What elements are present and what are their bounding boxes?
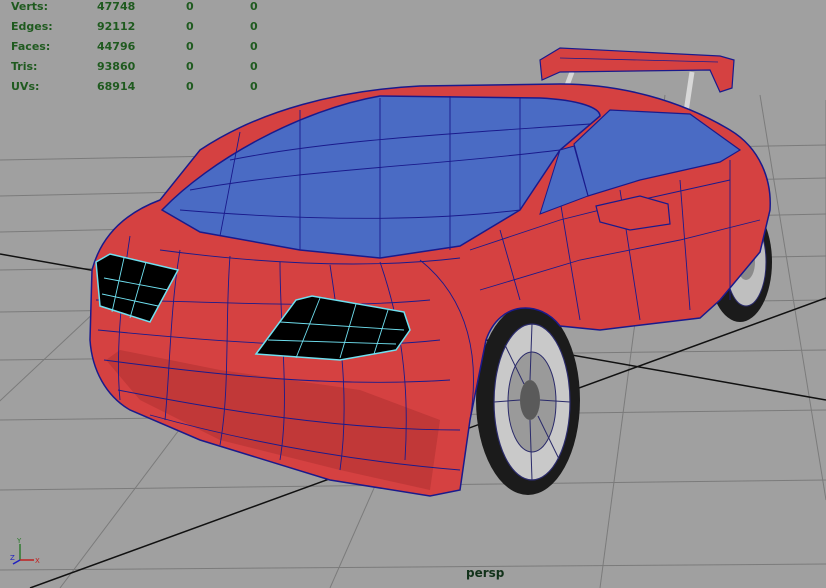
perspective-viewport[interactable]: Verts: 47748 0 0 Edges: 92112 0 0 Faces:… (0, 0, 826, 588)
hud-value-other: 0 (250, 40, 258, 53)
hud-label: Faces: (11, 40, 51, 53)
hud-value-total: 44796 (97, 40, 136, 53)
car-model (89, 47, 772, 497)
hud-value-selected: 0 (186, 20, 194, 33)
hud-value-total: 92112 (97, 20, 136, 33)
axis-label-z: Z (10, 554, 15, 562)
hud-value-selected: 0 (186, 0, 194, 13)
hud-value-selected: 0 (186, 60, 194, 73)
hud-value-total: 68914 (97, 80, 136, 93)
hud-label: Verts: (11, 0, 49, 13)
hud-label: Edges: (11, 20, 53, 33)
front-wheel (476, 305, 580, 495)
hud-value-total: 93860 (97, 60, 136, 73)
camera-name-label: persp (466, 566, 505, 580)
hud-value-other: 0 (250, 60, 258, 73)
hud-value-other: 0 (250, 80, 258, 93)
axis-label-x: X (35, 557, 40, 565)
hud-label: UVs: (11, 80, 40, 93)
axis-label-y: Y (16, 538, 22, 545)
hud-value-selected: 0 (186, 80, 194, 93)
hud-value-selected: 0 (186, 40, 194, 53)
hud-label: Tris: (11, 60, 38, 73)
axis-gizmo: Y Z X (10, 538, 40, 565)
hud-value-other: 0 (250, 0, 258, 13)
hud-value-total: 47748 (97, 0, 136, 13)
hud-value-other: 0 (250, 20, 258, 33)
